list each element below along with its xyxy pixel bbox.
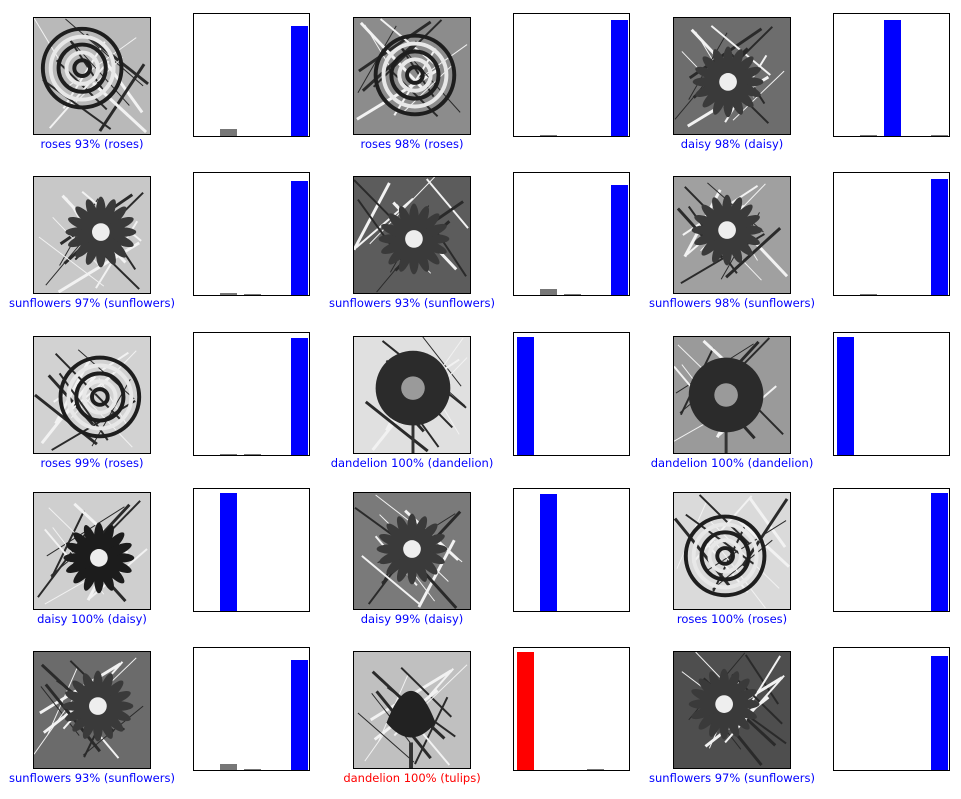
probability-bar-roses xyxy=(244,294,261,295)
probability-bar-chart xyxy=(513,172,630,296)
daisy-group-photo xyxy=(353,492,471,610)
prediction-label: sunflowers 93% (sunflowers) xyxy=(9,771,175,785)
probability-bar-dandelion xyxy=(860,135,877,136)
prediction-label: dandelion 100% (dandelion) xyxy=(330,456,494,470)
prediction-grid: roses 93% (roses) roses 98% (roses) daisy … xyxy=(0,0,961,799)
prediction-label: roses 93% (roses) xyxy=(40,137,144,151)
prediction-label: roses 99% (roses) xyxy=(40,456,144,470)
probability-bar-chart xyxy=(833,172,950,296)
probability-bar-roses xyxy=(564,294,581,295)
probability-bar-chart xyxy=(833,488,950,612)
probability-bar-dandelion xyxy=(220,454,237,455)
dandelion-dark-photo xyxy=(673,336,791,454)
probability-bar-chart xyxy=(513,13,630,137)
prediction-label: roses 98% (roses) xyxy=(360,137,464,151)
probability-bar-tulips xyxy=(611,185,628,295)
rose-bouquet-photo xyxy=(673,492,791,610)
dark-rose-photo xyxy=(33,336,151,454)
tulip-photo xyxy=(353,651,471,769)
probability-bar-tulips xyxy=(931,135,948,136)
probability-bar-tulips xyxy=(611,20,628,136)
probability-bar-dandelion xyxy=(540,494,557,611)
probability-bar-chart xyxy=(833,647,950,771)
probability-bar-chart xyxy=(193,647,310,771)
dandelion-photo xyxy=(353,336,471,454)
probability-bar-chart xyxy=(513,332,630,456)
prediction-label: roses 100% (roses) xyxy=(676,612,788,626)
probability-bar-roses xyxy=(884,20,901,136)
probability-bar-dandelion xyxy=(220,293,237,295)
probability-bar-chart xyxy=(833,332,950,456)
prediction-label: sunflowers 97% (sunflowers) xyxy=(649,771,815,785)
prediction-label: sunflowers 98% (sunflowers) xyxy=(649,296,815,310)
probability-bar-tulips xyxy=(931,656,948,770)
probability-bar-sunflowers xyxy=(587,769,604,770)
prediction-label: dandelion 100% (dandelion) xyxy=(650,456,814,470)
probability-bar-dandelion xyxy=(220,129,237,136)
rose-photo xyxy=(33,17,151,135)
probability-bar-chart xyxy=(193,332,310,456)
probability-bar-dandelion xyxy=(220,493,237,611)
sunflower-stalk-photo xyxy=(33,651,151,769)
probability-bar-dandelion xyxy=(860,294,877,295)
probability-bar-roses xyxy=(244,769,261,770)
rose-arch-photo xyxy=(353,17,471,135)
sunflower-field-photo xyxy=(673,176,791,294)
probability-bar-daisy xyxy=(517,337,534,455)
probability-bar-dandelion xyxy=(220,764,237,770)
probability-bar-tulips xyxy=(931,493,948,611)
prediction-label: sunflowers 97% (sunflowers) xyxy=(9,296,175,310)
flower-stem-photo xyxy=(353,176,471,294)
prediction-label: daisy 98% (daisy) xyxy=(680,137,784,151)
probability-bar-tulips xyxy=(291,181,308,295)
prediction-label: sunflowers 93% (sunflowers) xyxy=(329,296,495,310)
sunflower-sketch-photo xyxy=(33,176,151,294)
probability-bar-chart xyxy=(193,172,310,296)
probability-bar-chart xyxy=(833,13,950,137)
probability-bar-tulips xyxy=(931,179,948,295)
probability-bar-chart xyxy=(193,13,310,137)
daisy-photo xyxy=(673,17,791,135)
probability-bar-tulips xyxy=(291,660,308,770)
prediction-label: dandelion 100% (tulips) xyxy=(343,771,481,785)
prediction-label: daisy 99% (daisy) xyxy=(360,612,464,626)
probability-bar-chart xyxy=(513,647,630,771)
prediction-label: daisy 100% (daisy) xyxy=(37,612,147,626)
probability-bar-daisy xyxy=(837,337,854,455)
probability-bar-daisy xyxy=(517,652,534,770)
probability-bar-tulips xyxy=(291,338,308,455)
dark-daisy-photo xyxy=(33,492,151,610)
blurry-sunflower-photo xyxy=(673,651,791,769)
probability-bar-dandelion xyxy=(540,135,557,136)
probability-bar-tulips xyxy=(291,26,308,136)
probability-bar-chart xyxy=(513,488,630,612)
probability-bar-roses xyxy=(244,454,261,455)
probability-bar-dandelion xyxy=(540,289,557,295)
probability-bar-chart xyxy=(193,488,310,612)
